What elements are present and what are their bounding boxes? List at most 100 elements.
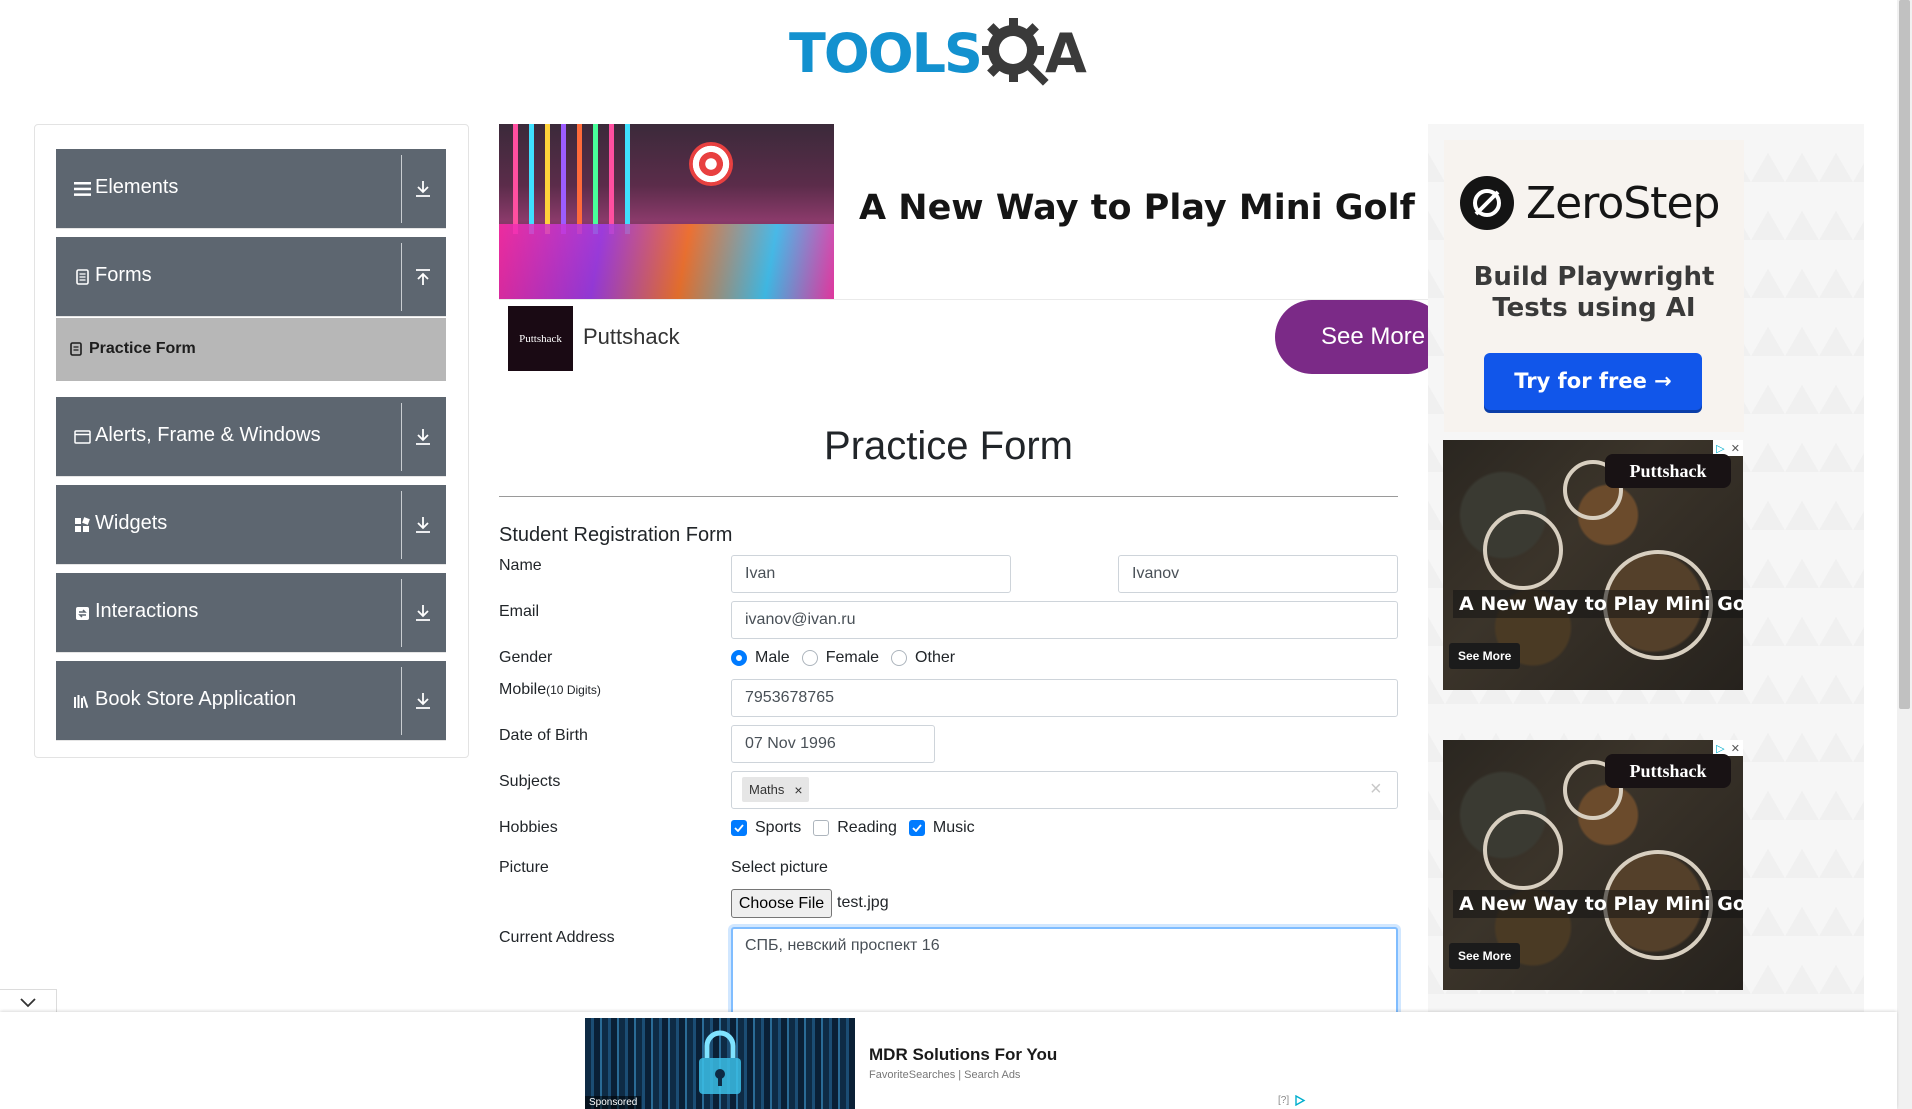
current-address-label: Current Address <box>499 929 615 946</box>
interactions-icon <box>73 604 91 622</box>
page-title: Practice Form <box>824 424 1073 468</box>
gender-label: Gender <box>499 649 553 666</box>
adchoices-icon <box>1295 1094 1306 1107</box>
sponsored-label: Sponsored <box>585 1096 642 1109</box>
mobile-label-text: Mobile <box>499 681 547 698</box>
sidebar-group-forms[interactable]: Forms <box>56 237 446 317</box>
date-of-birth-input[interactable]: 07 Nov 1996 <box>731 725 935 763</box>
ad-brand-name[interactable]: Puttshack <box>583 324 680 350</box>
ad-headline: A New Way to Play Mini Golf <box>1453 890 1743 918</box>
logo-text: TOOLS <box>789 22 983 85</box>
picture-label: Picture <box>499 859 549 876</box>
hamburger-icon <box>73 180 91 198</box>
expand-down-icon[interactable] <box>409 687 437 715</box>
sidebar-menu: Elements Forms Practice Form Alerts, Fra… <box>34 124 469 758</box>
toolsqa-logo[interactable]: TOOLS A <box>789 16 1087 91</box>
document-icon <box>73 268 91 286</box>
gender-radio-group: Male Female Other <box>731 649 967 667</box>
sidebar-item-practice-form[interactable]: Practice Form <box>56 318 446 381</box>
hobby-sports-checkbox[interactable] <box>731 820 747 836</box>
gender-option-label[interactable]: Other <box>915 649 955 667</box>
ad-see-more-button[interactable]: See More <box>1449 943 1521 969</box>
zerostep-tagline: Build Playwright Tests using AI <box>1473 262 1715 323</box>
remove-subject-icon[interactable]: × <box>794 782 802 798</box>
name-label: Name <box>499 557 542 574</box>
gender-male-radio[interactable] <box>731 650 747 666</box>
current-address-textarea[interactable]: СПБ, невский проспект 16 <box>731 927 1398 1017</box>
ad-see-more-button[interactable]: See More <box>1275 300 1429 374</box>
ad-photo <box>499 124 834 299</box>
hobby-option-label[interactable]: Reading <box>837 819 897 837</box>
sidebar-group-label: Book Store Application <box>95 688 297 710</box>
mobile-input[interactable]: 7953678765 <box>731 679 1398 717</box>
sidebar-group-interactions[interactable]: Interactions <box>56 573 446 653</box>
hobbies-label: Hobbies <box>499 819 558 836</box>
choose-file-button[interactable]: Choose File <box>731 889 832 918</box>
sidebar-group-book-store[interactable]: Book Store Application <box>56 661 446 741</box>
sidebar-group-elements[interactable]: Elements <box>56 149 446 229</box>
separator <box>401 403 402 471</box>
zerostep-ad[interactable]: ZeroStep Build Playwright Tests using AI… <box>1444 140 1744 432</box>
page-scrollbar-thumb[interactable] <box>1899 0 1910 709</box>
window-icon <box>73 428 91 446</box>
ad-divider <box>499 299 1429 300</box>
widgets-icon <box>73 516 91 534</box>
zerostep-logo-icon <box>1460 176 1514 230</box>
hobby-music-checkbox[interactable] <box>908 820 925 836</box>
gender-other-radio[interactable] <box>891 650 908 666</box>
sidebar-group-alerts[interactable]: Alerts, Frame & Windows <box>56 397 446 477</box>
last-name-input[interactable]: Ivanov <box>1118 555 1398 593</box>
sidebar-group-label: Forms <box>95 264 152 286</box>
separator <box>401 667 402 735</box>
try-for-free-button[interactable]: Try for free → <box>1484 353 1702 410</box>
email-input[interactable]: ivanov@ivan.ru <box>731 601 1398 639</box>
chevron-down-icon <box>20 998 36 1008</box>
email-label: Email <box>499 603 540 620</box>
expand-down-icon[interactable] <box>409 423 437 451</box>
ad-image: Sponsored <box>585 1018 855 1109</box>
sidebar-group-label: Alerts, Frame & Windows <box>95 424 321 446</box>
ad-info-link[interactable]: [?] <box>1278 1094 1306 1107</box>
separator <box>401 491 402 559</box>
ad-brand-logo[interactable]: Puttshack <box>508 306 573 371</box>
separator <box>401 579 402 647</box>
hobby-option-label[interactable]: Music <box>933 819 975 837</box>
gender-option-label[interactable]: Female <box>826 649 879 667</box>
first-name-input[interactable]: Ivan <box>731 555 1011 593</box>
collapse-up-icon[interactable] <box>409 263 437 291</box>
ad-headline: A New Way to Play Mini Golf <box>1453 590 1743 618</box>
separator <box>401 243 402 311</box>
sidebar-group-label: Interactions <box>95 600 199 622</box>
puttshack-food-ad[interactable]: ▷ ✕ Puttshack A New Way to Play Mini Golf… <box>1443 440 1743 690</box>
ad-subtitle: FavoriteSearches | Search Ads <box>869 1069 1021 1081</box>
books-icon <box>73 692 91 710</box>
hobby-reading-checkbox[interactable] <box>813 820 830 836</box>
expand-down-icon[interactable] <box>409 599 437 627</box>
mobile-label: Mobile(10 Digits) <box>499 681 601 699</box>
document-icon <box>70 342 84 358</box>
expand-down-icon[interactable] <box>409 175 437 203</box>
puttshack-food-ad[interactable]: ▷ ✕ Puttshack A New Way to Play Mini Golf… <box>1443 740 1743 990</box>
logo-suffix: A <box>1044 22 1087 85</box>
gender-female-radio[interactable] <box>801 650 818 666</box>
ad-headline[interactable]: A New Way to Play Mini Golf <box>859 188 1415 228</box>
zerostep-brand: ZeroStep <box>1526 178 1720 229</box>
dob-label: Date of Birth <box>499 727 588 744</box>
hobby-option-label[interactable]: Sports <box>755 819 801 837</box>
ad-see-more-button[interactable]: See More <box>1449 643 1521 669</box>
top-advertisement[interactable]: A New Way to Play Mini Golf Puttshack Pu… <box>499 124 1429 374</box>
expand-down-icon[interactable] <box>409 511 437 539</box>
subjects-label: Subjects <box>499 773 561 790</box>
sidebar-group-widgets[interactable]: Widgets <box>56 485 446 565</box>
mobile-hint: (10 Digits) <box>546 683 601 697</box>
hobbies-checkbox-group: Sports Reading Music <box>731 819 987 837</box>
gear-magnifier-icon <box>981 17 1049 86</box>
ad-brand-badge: Puttshack <box>1605 754 1731 788</box>
separator <box>401 155 402 223</box>
subjects-input[interactable] <box>731 771 1398 809</box>
clear-subjects-icon[interactable]: × <box>1370 778 1382 801</box>
ad-title[interactable]: MDR Solutions For You <box>869 1045 1057 1065</box>
bottom-advertisement[interactable]: Sponsored MDR Solutions For You Favorite… <box>585 1018 1313 1109</box>
subject-tag-label: Maths <box>749 782 785 797</box>
gender-option-label[interactable]: Male <box>755 649 790 667</box>
